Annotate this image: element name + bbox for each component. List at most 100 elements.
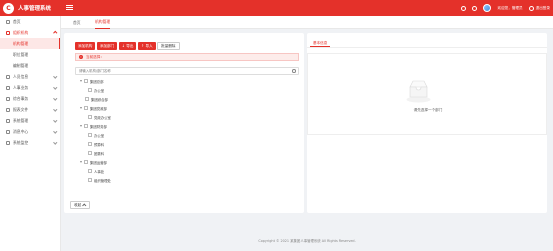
import-button[interactable]: ↑ 导入 bbox=[137, 42, 156, 50]
search-icon[interactable] bbox=[292, 69, 296, 73]
caret-down-icon[interactable] bbox=[80, 80, 82, 82]
tree-node-label: 集团总部 bbox=[90, 79, 104, 84]
tree-checkbox[interactable] bbox=[85, 97, 89, 101]
empty-inbox-icon bbox=[406, 80, 431, 103]
sidebar-item-label: 系统监控 bbox=[13, 139, 29, 145]
tree-node[interactable]: 党政办公室 bbox=[88, 114, 111, 120]
app-title: 人事管理系统 bbox=[18, 6, 52, 12]
tree-node-label: 预算科 bbox=[94, 142, 105, 147]
tree-node-label: 集团党政部 bbox=[90, 106, 107, 111]
tree-checkbox[interactable] bbox=[88, 115, 92, 119]
tree-node[interactable]: 办公室 bbox=[88, 87, 104, 93]
menu-toggle-icon[interactable] bbox=[66, 4, 73, 11]
org-icon bbox=[6, 30, 10, 35]
power-icon[interactable] bbox=[528, 5, 534, 11]
tree-node[interactable]: 办公室 bbox=[88, 132, 104, 138]
tree-node-label: 办公室 bbox=[94, 133, 105, 138]
sidebar-item-general-affairs[interactable]: 综合事务 bbox=[0, 93, 60, 104]
sidebar-item-label: 组织机构 bbox=[13, 29, 29, 35]
add-org-button[interactable]: 添加机构 bbox=[75, 42, 96, 50]
tree-node-label: 办公室 bbox=[94, 88, 105, 93]
tree-checkbox[interactable] bbox=[84, 124, 88, 128]
users-icon bbox=[6, 85, 10, 90]
tree-node[interactable]: 预算科 bbox=[88, 141, 104, 147]
sidebar-item-staffing-management[interactable]: 编制管理 bbox=[0, 60, 60, 71]
logout-link[interactable]: 退出登录 bbox=[536, 6, 550, 11]
sidebar-item-label: 系统管理 bbox=[13, 117, 29, 123]
tab-home[interactable]: 首页 bbox=[73, 16, 81, 29]
tree-node[interactable]: 人事处 bbox=[88, 168, 104, 174]
alert-text: 当前选择： bbox=[86, 54, 104, 59]
tree-node[interactable]: 集团党政部 bbox=[80, 105, 107, 111]
sidebar-item-label: 机构管理 bbox=[13, 40, 29, 46]
info-icon: ! bbox=[79, 55, 83, 59]
add-dept-button[interactable]: 添加部门 bbox=[96, 42, 118, 50]
tree-checkbox[interactable] bbox=[84, 106, 88, 110]
chevron-down-icon bbox=[52, 118, 57, 123]
message-icon bbox=[6, 129, 10, 134]
sidebar-item-system-monitor[interactable]: 系统监控 bbox=[0, 137, 60, 148]
home-icon bbox=[6, 19, 10, 24]
bell-icon[interactable] bbox=[472, 5, 478, 11]
tree-node[interactable]: 集团运营部 bbox=[80, 159, 107, 165]
export-button[interactable]: ↓ 导出 bbox=[118, 42, 137, 50]
sidebar-item-position-management[interactable]: 职位管理 bbox=[0, 49, 60, 60]
search-icon[interactable] bbox=[461, 5, 467, 11]
empty-state: 请先选择一个部门 bbox=[307, 53, 547, 135]
empty-text: 请先选择一个部门 bbox=[413, 108, 443, 112]
caret-down-icon[interactable] bbox=[80, 107, 82, 109]
chevron-down-icon bbox=[52, 140, 57, 145]
tree-node[interactable]: 集团综合部 bbox=[85, 96, 108, 102]
tree-node[interactable]: 团委科 bbox=[88, 150, 104, 156]
batch-delete-button[interactable]: 批量删除 bbox=[157, 42, 180, 50]
tree-checkbox[interactable] bbox=[84, 160, 88, 164]
tree-checkbox[interactable] bbox=[88, 178, 92, 182]
sidebar-item-message-center[interactable]: 消息中心 bbox=[0, 126, 60, 137]
logo-icon: C bbox=[3, 2, 14, 14]
tree-node[interactable]: 组织管理处 bbox=[88, 177, 111, 183]
tab-divider bbox=[307, 47, 547, 48]
tree-node-label: 党政办公室 bbox=[94, 115, 111, 120]
chevron-down-icon bbox=[52, 129, 57, 134]
caret-down-icon[interactable] bbox=[80, 125, 82, 127]
sidebar-item-reports[interactable]: 报表文件 bbox=[0, 104, 60, 115]
tree-node[interactable]: 集团财务部 bbox=[80, 123, 107, 129]
chevron-down-icon bbox=[52, 85, 57, 90]
sidebar-item-label: 报表文件 bbox=[13, 106, 29, 112]
sidebar-item-org-management[interactable]: 机构管理 bbox=[0, 38, 60, 49]
sidebar-item-label: 消息中心 bbox=[13, 128, 29, 134]
tab-org-management[interactable]: 机构管理 bbox=[95, 16, 111, 29]
tree-checkbox[interactable] bbox=[84, 79, 88, 83]
tree-checkbox[interactable] bbox=[88, 88, 92, 92]
sidebar: 首页 组织机构 机构管理 职位管理 编制管理 人员信息 人事业务 综合事务 报表… bbox=[0, 16, 61, 251]
top-bar: C 人事管理系统 欢迎您，管理员 退出登录 bbox=[0, 0, 553, 16]
sidebar-item-home[interactable]: 首页 bbox=[0, 16, 60, 27]
selection-alert: ! 当前选择： bbox=[75, 53, 299, 61]
sidebar-item-system-management[interactable]: 系统管理 bbox=[0, 115, 60, 126]
tree-checkbox[interactable] bbox=[88, 133, 92, 137]
tree-node[interactable]: 集团总部 bbox=[80, 78, 104, 84]
tree-node-label: 集团运营部 bbox=[90, 160, 107, 165]
user-greeting[interactable]: 欢迎您，管理员 bbox=[497, 6, 522, 11]
toolbar: 添加机构 添加部门 ↓ 导出 ↑ 导入 批量删除 bbox=[75, 42, 180, 50]
chevron-down-icon bbox=[52, 96, 57, 101]
sidebar-item-personnel[interactable]: 人员信息 bbox=[0, 71, 60, 82]
download-icon: ↓ bbox=[121, 44, 125, 48]
tree-checkbox[interactable] bbox=[88, 142, 92, 146]
chevron-up-icon bbox=[82, 203, 87, 208]
logo[interactable]: C 人事管理系统 bbox=[3, 2, 51, 14]
sidebar-item-label: 综合事务 bbox=[13, 95, 29, 101]
sidebar-item-hr-business[interactable]: 人事业务 bbox=[0, 82, 60, 93]
tab-basic-info[interactable]: 基本信息 bbox=[310, 40, 331, 47]
caret-down-icon[interactable] bbox=[80, 161, 82, 163]
collapse-button[interactable]: 收起 bbox=[70, 201, 90, 209]
tree-checkbox[interactable] bbox=[88, 151, 92, 155]
detail-panel: 基本信息 请先选择一个部门 bbox=[307, 33, 547, 213]
avatar[interactable] bbox=[483, 4, 492, 12]
search-input[interactable] bbox=[75, 67, 299, 75]
file-icon bbox=[6, 107, 10, 112]
sidebar-item-organization[interactable]: 组织机构 bbox=[0, 27, 60, 38]
tree-checkbox[interactable] bbox=[88, 169, 92, 173]
briefcase-icon bbox=[6, 96, 10, 101]
tree-node-label: 组织管理处 bbox=[94, 178, 111, 183]
